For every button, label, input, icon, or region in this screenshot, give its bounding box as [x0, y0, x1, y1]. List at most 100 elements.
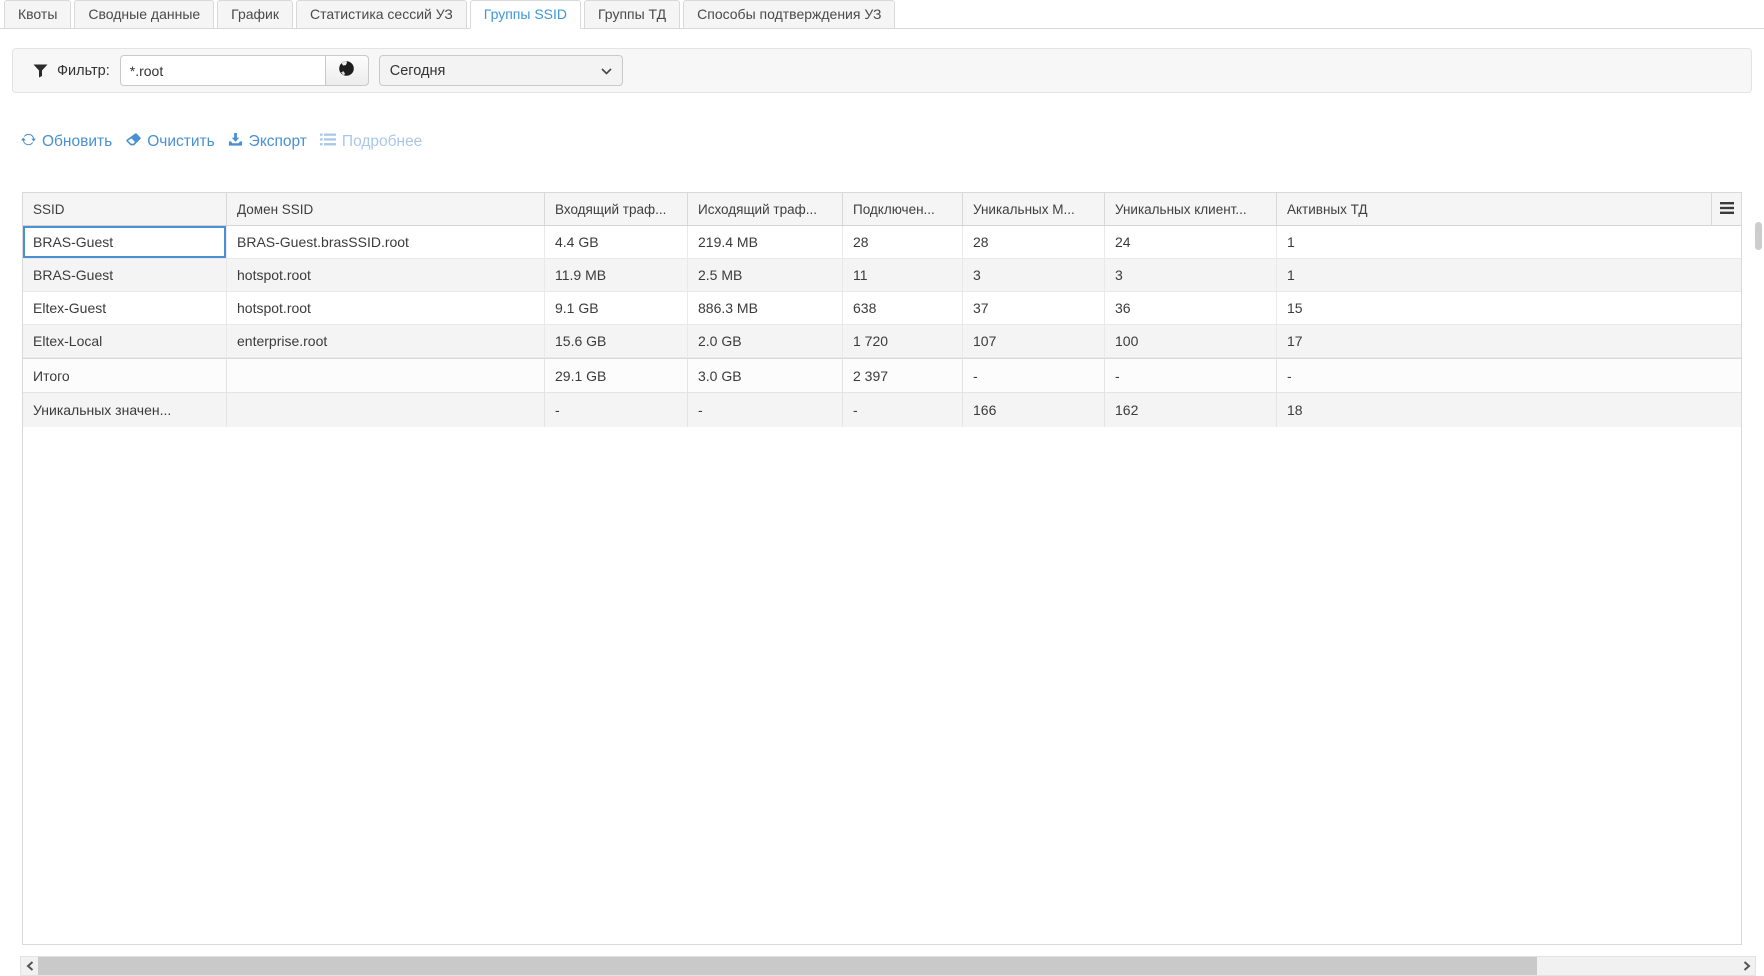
table-cell[interactable]: 4.4 GB	[545, 226, 688, 258]
summary-cell: 2 397	[843, 359, 963, 392]
table-cell[interactable]: 1	[1277, 259, 1741, 291]
table-cell[interactable]: 107	[963, 325, 1105, 357]
table-cell[interactable]: 28	[963, 226, 1105, 258]
summary-cell: 18	[1277, 393, 1741, 427]
chevron-right-icon[interactable]	[1738, 957, 1755, 975]
clear-label: Очистить	[147, 133, 214, 151]
vertical-scrollbar-thumb[interactable]	[1755, 222, 1762, 250]
filter-panel: Фильтр: Сегодня	[12, 48, 1752, 93]
refresh-icon	[21, 132, 36, 152]
apply-filter-button[interactable]	[325, 55, 369, 86]
table-cell[interactable]: 11.9 MB	[545, 259, 688, 291]
table-row[interactable]: Eltex-Local enterprise.root 15.6 GB 2.0 …	[23, 325, 1741, 358]
table-cell[interactable]: 3	[1105, 259, 1277, 291]
table-cell[interactable]: 36	[1105, 292, 1277, 324]
column-header-ssid[interactable]: SSID	[23, 193, 227, 225]
column-header-unique-mac[interactable]: Уникальных М...	[963, 193, 1105, 225]
column-header-outbound-traffic[interactable]: Исходящий траф...	[688, 193, 843, 225]
summary-cell: -	[963, 359, 1105, 392]
chevron-left-icon[interactable]	[21, 957, 38, 975]
summary-cell	[227, 393, 545, 427]
column-header-unique-clients[interactable]: Уникальных клиент...	[1105, 193, 1277, 225]
table-cell[interactable]: BRAS-Guest	[23, 259, 227, 291]
summary-cell: -	[1105, 359, 1277, 392]
table-row[interactable]: Eltex-Guest hotspot.root 9.1 GB 886.3 MB…	[23, 292, 1741, 325]
export-label: Экспорт	[249, 133, 307, 151]
horizontal-scrollbar[interactable]	[20, 956, 1756, 976]
table-cell[interactable]: 219.4 MB	[688, 226, 843, 258]
table-cell[interactable]: 24	[1105, 226, 1277, 258]
filter-input[interactable]	[120, 55, 326, 86]
table-cell[interactable]: 2.5 MB	[688, 259, 843, 291]
table-cell[interactable]: 11	[843, 259, 963, 291]
summary-label: Итого	[23, 359, 227, 392]
summary-cell: -	[843, 393, 963, 427]
table-cell[interactable]: hotspot.root	[227, 259, 545, 291]
tab-bar: Квоты Сводные данные График Статистика с…	[0, 0, 1764, 29]
refresh-label: Обновить	[42, 133, 112, 151]
filter-label: Фильтр:	[57, 63, 110, 79]
table-cell[interactable]: 2.0 GB	[688, 325, 843, 357]
tab-quotas[interactable]: Квоты	[4, 0, 71, 29]
tab-auth-methods[interactable]: Способы подтверждения УЗ	[683, 0, 895, 29]
table-cell[interactable]: Eltex-Local	[23, 325, 227, 357]
table-cell[interactable]: 1	[1277, 226, 1741, 258]
ssid-groups-grid: SSID Домен SSID Входящий траф... Исходящ…	[22, 192, 1742, 945]
summary-row-unique-values: Уникальных значен... - - - 166 162 18	[23, 393, 1741, 427]
summary-cell: -	[1277, 359, 1741, 392]
table-cell[interactable]: 3	[963, 259, 1105, 291]
summary-cell: 29.1 GB	[545, 359, 688, 392]
table-cell[interactable]: 17	[1277, 325, 1741, 357]
download-icon	[228, 132, 243, 152]
summary-cell: -	[688, 393, 843, 427]
horizontal-scrollbar-thumb[interactable]	[38, 957, 1537, 975]
summary-cell	[227, 359, 545, 392]
chevron-down-icon	[601, 63, 612, 79]
table-cell[interactable]: 9.1 GB	[545, 292, 688, 324]
column-header-connected[interactable]: Подключен...	[843, 193, 963, 225]
tab-ssid-groups[interactable]: Группы SSID	[470, 0, 581, 29]
table-row[interactable]: BRAS-Guest BRAS-Guest.brasSSID.root 4.4 …	[23, 226, 1741, 259]
details-button[interactable]: Подробнее	[320, 133, 422, 151]
tab-chart[interactable]: График	[217, 0, 293, 29]
table-cell[interactable]: 638	[843, 292, 963, 324]
globe-icon	[338, 60, 355, 82]
export-button[interactable]: Экспорт	[228, 132, 307, 152]
list-icon	[320, 133, 336, 151]
summary-label: Уникальных значен...	[23, 393, 227, 427]
summary-cell: 3.0 GB	[688, 359, 843, 392]
grid-header: SSID Домен SSID Входящий траф... Исходящ…	[23, 193, 1741, 226]
summary-cell: -	[545, 393, 688, 427]
refresh-button[interactable]: Обновить	[21, 132, 112, 152]
tab-session-statistics[interactable]: Статистика сессий УЗ	[296, 0, 467, 29]
column-header-ssid-domain[interactable]: Домен SSID	[227, 193, 545, 225]
funnel-icon	[33, 64, 48, 78]
grid-menu-button[interactable]	[1712, 193, 1741, 225]
tab-ap-groups[interactable]: Группы ТД	[584, 0, 680, 29]
table-cell[interactable]: Eltex-Guest	[23, 292, 227, 324]
period-select-value: Сегодня	[390, 63, 446, 79]
table-cell-focused[interactable]: BRAS-Guest	[23, 226, 227, 258]
table-cell[interactable]: 28	[843, 226, 963, 258]
table-cell[interactable]: hotspot.root	[227, 292, 545, 324]
column-header-active-aps[interactable]: Активных ТД	[1277, 193, 1712, 225]
table-cell[interactable]: 886.3 MB	[688, 292, 843, 324]
summary-row-total: Итого 29.1 GB 3.0 GB 2 397 - - -	[23, 359, 1741, 393]
clear-button[interactable]: Очистить	[125, 133, 214, 152]
table-cell[interactable]: BRAS-Guest.brasSSID.root	[227, 226, 545, 258]
table-cell[interactable]: 37	[963, 292, 1105, 324]
eraser-icon	[125, 133, 141, 152]
details-label: Подробнее	[342, 133, 422, 151]
table-cell[interactable]: 100	[1105, 325, 1277, 357]
table-cell[interactable]: 15	[1277, 292, 1741, 324]
summary-cell: 166	[963, 393, 1105, 427]
statistics-page: Квоты Сводные данные График Статистика с…	[0, 0, 1764, 976]
table-row[interactable]: BRAS-Guest hotspot.root 11.9 MB 2.5 MB 1…	[23, 259, 1741, 292]
menu-icon	[1720, 202, 1734, 217]
table-cell[interactable]: enterprise.root	[227, 325, 545, 357]
tab-summary-data[interactable]: Сводные данные	[74, 0, 214, 29]
column-header-inbound-traffic[interactable]: Входящий траф...	[545, 193, 688, 225]
period-select[interactable]: Сегодня	[379, 55, 623, 86]
table-cell[interactable]: 15.6 GB	[545, 325, 688, 357]
table-cell[interactable]: 1 720	[843, 325, 963, 357]
